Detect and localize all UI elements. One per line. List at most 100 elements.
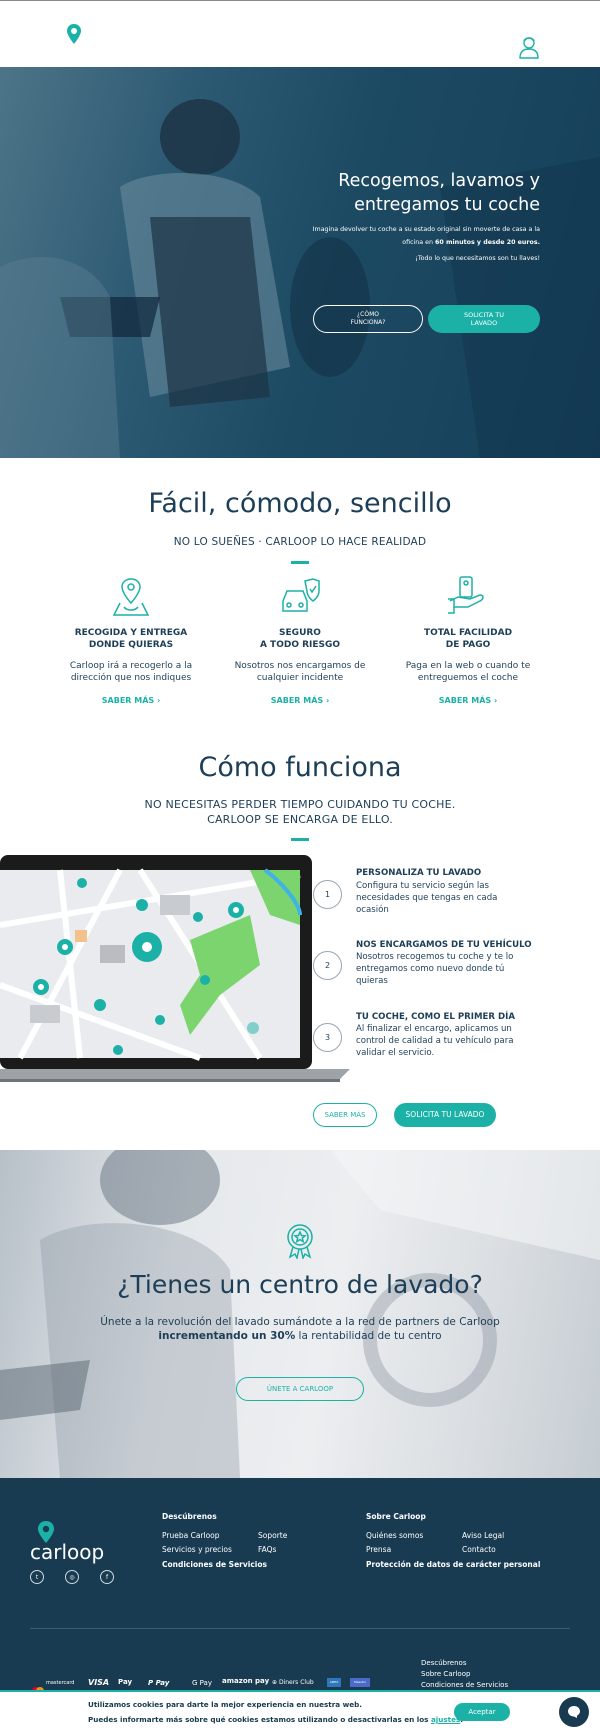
- chevron-right-icon: ›: [493, 696, 498, 705]
- footer-bottom-link[interactable]: Descúbrenos: [421, 1659, 466, 1667]
- footer-link[interactable]: Soporte: [258, 1531, 287, 1540]
- step-line: necesidades que tengas en cada: [356, 893, 498, 903]
- payment-label: Diners Club: [278, 1679, 314, 1686]
- pickup-location-icon: [112, 577, 150, 617]
- footer-link[interactable]: Protección de datos de carácter personal: [366, 1560, 540, 1569]
- step-line: Nosotros recogemos tu coche y te lo: [356, 952, 514, 962]
- twitter-icon[interactable]: t: [30, 1570, 44, 1584]
- section-divider: [291, 561, 309, 564]
- subtitle-line: CARLOOP SE ENCARGA DE ELLO.: [207, 813, 393, 826]
- step-title: TU COCHE, COMO EL PRIMER DÍA: [356, 1012, 515, 1022]
- how-section-title: Cómo funciona: [198, 752, 402, 783]
- step-line: ocasión: [356, 905, 389, 915]
- feature-more-link[interactable]: SABER MÁS ›: [56, 696, 206, 705]
- paypal-icon: P: [148, 1679, 156, 1687]
- step-title: PERSONALIZA TU LAVADO: [356, 868, 482, 878]
- feature-title-line: RECOGIDA Y ENTREGA: [74, 628, 188, 638]
- easy-section-subtitle: NO LO SUEÑES · CARLOOP LO HACE REALIDAD: [173, 536, 427, 548]
- footer-bottom-link[interactable]: Condiciones de Servicios: [421, 1681, 508, 1689]
- step-number: 1: [313, 880, 342, 909]
- step-line: entregamos como nuevo donde tú: [356, 964, 505, 974]
- partners-title: ¿Tienes un centro de lavado?: [117, 1270, 483, 1299]
- payment-logo: Pay: [118, 1678, 132, 1686]
- footer-link[interactable]: Servicios y precios: [162, 1545, 232, 1554]
- step-text: Configura tu servicio según las necesida…: [356, 880, 546, 916]
- button-label: LAVADO: [470, 319, 498, 327]
- feature-title: RECOGIDA Y ENTREGA DONDE QUIERAS: [56, 627, 206, 651]
- button-label: FUNCIONA?: [350, 319, 386, 326]
- feature-more-link[interactable]: SABER MÁS ›: [393, 696, 543, 705]
- step-number: 2: [313, 951, 342, 980]
- payment-logo: P Pay: [148, 1679, 169, 1687]
- partners-text-part: la rentabilidad de tu centro: [295, 1330, 442, 1342]
- partners-text-line: incrementando un 30% la rentabilidad de …: [0, 1329, 600, 1343]
- feature-text: Carloop irá a recogerlo a la dirección qu…: [56, 660, 206, 684]
- how-more-button[interactable]: SABER MÁS: [313, 1103, 377, 1127]
- step-line: quieras: [356, 976, 388, 986]
- chevron-right-icon: ›: [325, 696, 330, 705]
- request-wash-button[interactable]: SOLICITA TU LAVADO: [428, 305, 540, 333]
- how-it-works-button[interactable]: ¿CÓMO FUNCIONA?: [313, 305, 423, 333]
- footer-divider: [30, 1628, 570, 1629]
- laptop-map-image: [0, 855, 350, 1093]
- feature-text: Paga en la web o cuando te entreguemos el…: [393, 660, 543, 684]
- footer-link[interactable]: Prueba Carloop: [162, 1531, 220, 1540]
- footer-link[interactable]: Aviso Legal: [462, 1531, 504, 1540]
- partners-text-line: Únete a la revolución del lavado sumándo…: [100, 1316, 500, 1328]
- feature-title-line: DONDE QUIERAS: [88, 640, 174, 650]
- hero-text-line2: oficina en 60 minutos y desde 20 euros.: [290, 236, 540, 249]
- step-title: NOS ENCARGAMOS DE TU VEHÍCULO: [356, 940, 532, 950]
- join-carloop-button[interactable]: ÚNETE A CARLOOP: [236, 1377, 364, 1401]
- partners-text-bold: incrementando un 30%: [158, 1330, 296, 1342]
- feature-more-link[interactable]: SABER MÁS ›: [225, 696, 375, 705]
- feature-text-line: cualquier incidente: [256, 673, 344, 683]
- partners-banner: ¿Tienes un centro de lavado? Únete a la …: [0, 1150, 600, 1478]
- footer-bottom-link[interactable]: Sobre Carloop: [421, 1670, 470, 1678]
- mastercard-icon: [32, 1680, 44, 1695]
- feature-title-line: DE PAGO: [445, 640, 491, 650]
- how-request-button[interactable]: SOLICITA TU LAVADO: [394, 1103, 496, 1127]
- feature-title-line: A TODO RIESGO: [259, 640, 341, 650]
- footer-link[interactable]: Contacto: [462, 1545, 496, 1554]
- location-pin-icon[interactable]: [66, 23, 82, 45]
- payment-logo: mastercard: [46, 1680, 75, 1686]
- partners-text: Únete a la revolución del lavado sumándo…: [0, 1315, 600, 1343]
- payment-logo: VISA: [88, 1678, 110, 1687]
- feature-title: TOTAL FACILIDAD DE PAGO: [393, 627, 543, 651]
- step-line: Al finalizar el encargo, aplicamos un: [356, 1024, 512, 1034]
- payment-hand-icon: [446, 575, 488, 617]
- hero-text-part: oficina en: [402, 239, 435, 246]
- feature-text-line: entreguemos el coche: [417, 673, 519, 683]
- facebook-icon[interactable]: f: [100, 1570, 114, 1584]
- payment-label: Pay: [118, 1678, 133, 1686]
- footer-link[interactable]: Prensa: [366, 1545, 391, 1554]
- site-header: [0, 0, 600, 67]
- footer-link[interactable]: Condiciones de Servicios: [162, 1560, 267, 1569]
- feature-text-line: Nosotros nos encargamos de: [234, 661, 366, 671]
- subtitle-line: NO NECESITAS PERDER TIEMPO CUIDANDO TU C…: [144, 798, 456, 811]
- accept-cookies-button[interactable]: Aceptar: [454, 1703, 510, 1721]
- step-line: control de calidad a tu vehículo para: [356, 1036, 514, 1046]
- footer-logo-text[interactable]: carloop: [30, 1540, 104, 1564]
- button-label: ¿CÓMO: [356, 311, 379, 318]
- step-text: Al finalizar el encargo, aplicamos un co…: [356, 1023, 546, 1059]
- chevron-right-icon: ›: [156, 696, 161, 705]
- diners-icon: ⊕: [272, 1679, 279, 1686]
- site-footer: carloop t ◎ f Descúbrenos Prueba Carloop…: [0, 1478, 600, 1695]
- more-label: SABER MÁS: [270, 696, 324, 705]
- badge-star-icon: [285, 1223, 315, 1261]
- cookie-banner: Utilizamos cookies para darte la mejor e…: [0, 1690, 600, 1735]
- more-label: SABER MÁS: [101, 696, 155, 705]
- user-avatar-icon[interactable]: [518, 35, 540, 59]
- instagram-icon[interactable]: ◎: [65, 1570, 79, 1584]
- payment-logo: ⊕ Diners Club: [272, 1679, 314, 1686]
- footer-link[interactable]: Quiénes somos: [366, 1531, 423, 1540]
- feature-title-line: TOTAL FACILIDAD: [423, 628, 513, 638]
- footer-link[interactable]: FAQs: [258, 1545, 276, 1554]
- chat-bubble-icon[interactable]: [559, 1697, 589, 1727]
- feature-text-line: Carloop irá a recogerlo a la: [69, 661, 193, 671]
- cookie-text-part: Puedes informarte más sobre qué cookies …: [88, 1715, 431, 1724]
- step-number: 3: [313, 1023, 342, 1052]
- section-divider: [291, 838, 309, 841]
- partners-background-image: [0, 1150, 600, 1478]
